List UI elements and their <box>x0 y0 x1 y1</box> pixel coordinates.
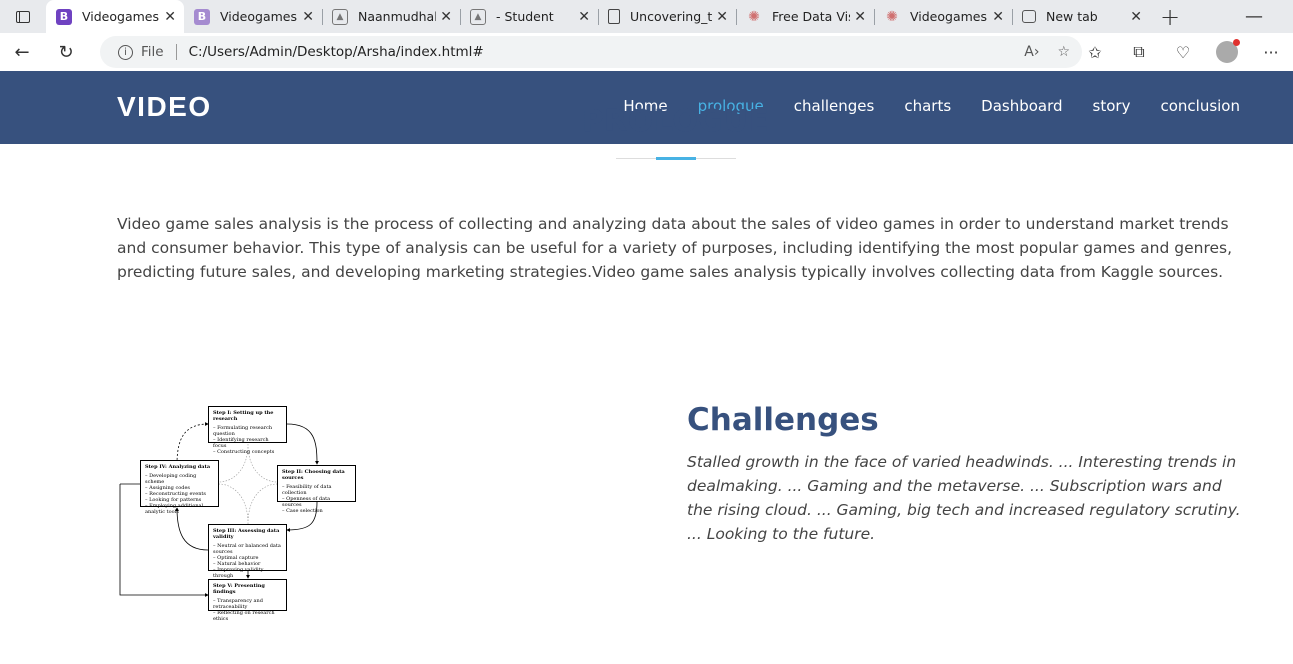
tab-title: Naanmudhalv <box>358 9 437 24</box>
close-tab-icon[interactable]: ✕ <box>302 9 314 25</box>
toolbar-actions: ✩ ⧉ ♡ ··· <box>1073 33 1293 71</box>
new-tab-button[interactable]: + <box>1150 0 1190 33</box>
more-menu-icon[interactable]: ··· <box>1249 43 1293 62</box>
browser-tab-6[interactable]: ✺ Free Data Visu ✕ <box>736 0 874 33</box>
refresh-icon: ↻ <box>58 41 74 63</box>
favorites-icon[interactable]: ✩ <box>1073 43 1117 62</box>
back-button[interactable]: ← <box>0 33 44 71</box>
diagram-step-2: Step II: Choosing data sources – Feasibi… <box>277 465 356 514</box>
minimize-window-icon[interactable]: — <box>1245 6 1263 27</box>
tab-title: New tab <box>1046 9 1098 24</box>
bootstrap-icon: B <box>194 8 210 25</box>
scheme-label: File <box>141 44 164 60</box>
research-process-diagram: Step I: Setting up the research – Formul… <box>115 402 365 622</box>
diagram-step-4: Step IV: Analyzing data – Developing cod… <box>140 460 219 515</box>
step-line: – Neutral or balanced data sources <box>213 543 281 555</box>
step-line: – Identifying research focus <box>213 437 269 449</box>
browser-tab-2[interactable]: B Videogames ✕ <box>184 0 322 33</box>
step-title: Step IV: Analyzing data <box>145 464 211 470</box>
close-tab-icon[interactable]: ✕ <box>1130 9 1142 25</box>
profile-avatar[interactable] <box>1216 39 1240 63</box>
performance-icon[interactable]: ♡ <box>1161 43 1205 62</box>
step-line: – Openness of data sources <box>282 496 331 508</box>
bootstrap-icon: B <box>56 8 72 25</box>
newtab-icon <box>1022 10 1036 23</box>
prologue-title: PROLOGUE <box>581 104 770 139</box>
step-line: – Employing additional analytic tools <box>145 503 204 515</box>
dots-icon: ✺ <box>886 8 898 25</box>
browser-tab-7[interactable]: ✺ Videogames s ✕ <box>874 0 1012 33</box>
close-tab-icon[interactable]: ✕ <box>854 9 866 25</box>
url-text[interactable]: C:/Users/Admin/Desktop/Arsha/index.html# <box>189 44 1007 60</box>
challenges-title: Challenges <box>687 402 879 438</box>
close-tab-icon[interactable]: ✕ <box>164 9 176 25</box>
tab-title: Free Data Visu <box>772 9 850 24</box>
diagram-step-5: Step V: Presenting findings – Transparen… <box>208 579 287 622</box>
tab-title: - Student <box>496 9 554 24</box>
divider <box>175 44 177 60</box>
info-icon[interactable]: i <box>118 44 133 60</box>
step-line: – Feasibility of data collection <box>282 484 332 496</box>
browser-tab-3[interactable]: ▲ Naanmudhalv ✕ <box>322 0 460 33</box>
prologue-text: Video game sales analysis is the process… <box>117 215 1233 281</box>
step-line: – Case selection <box>282 508 323 514</box>
browser-tab-5[interactable]: Uncovering_th ✕ <box>598 0 736 33</box>
browser-toolbar: ← ↻ i File C:/Users/Admin/Desktop/Arsha/… <box>0 33 1293 71</box>
step-line: – Developing coding scheme <box>145 473 197 485</box>
collections-icon[interactable]: ⧉ <box>1117 42 1161 62</box>
step-line: – Reflecting on research ethics <box>213 610 275 622</box>
dots-icon: ✺ <box>748 8 760 25</box>
document-icon <box>608 9 620 24</box>
step-title: Step II: Choosing data sources <box>282 469 345 481</box>
step-title: Step V: Presenting findings <box>213 583 265 595</box>
step-line: – Transparency and retraceability <box>213 598 263 610</box>
step-title: Step III: Assessing data validity <box>213 528 280 540</box>
image-icon: ▲ <box>332 8 348 25</box>
browser-tab-1[interactable]: B Videogames ✕ <box>46 0 184 33</box>
image-icon: ▲ <box>470 8 486 25</box>
step-line: – Improving validity through <box>213 567 264 579</box>
refresh-button[interactable]: ↻ <box>44 33 88 71</box>
step-line: – Constructing concepts <box>213 449 275 455</box>
close-tab-icon[interactable]: ✕ <box>992 9 1004 25</box>
challenges-text: Stalled growth in the face of varied hea… <box>687 453 1241 543</box>
close-tab-icon[interactable]: ✕ <box>716 9 728 25</box>
step-title: Step I: Setting up the research <box>213 410 274 422</box>
add-favorite-icon[interactable]: ☆ <box>1057 44 1070 60</box>
browser-tab-strip: B Videogames ✕ B Videogames ✕ ▲ Naanmudh… <box>0 0 1293 33</box>
tab-title: Videogames s <box>910 9 988 24</box>
close-tab-icon[interactable]: ✕ <box>578 9 590 25</box>
back-arrow-icon: ← <box>14 41 30 63</box>
tab-title: Videogames <box>82 9 159 24</box>
tab-title: Videogames <box>220 9 297 24</box>
browser-tab-4[interactable]: ▲ - Student ✕ <box>460 0 598 33</box>
tab-actions-icon <box>16 10 30 23</box>
diagram-step-1: Step I: Setting up the research – Formul… <box>208 406 287 455</box>
tab-actions-menu-button[interactable] <box>0 0 46 33</box>
close-tab-icon[interactable]: ✕ <box>440 9 452 25</box>
browser-tab-8[interactable]: New tab ✕ <box>1012 0 1150 33</box>
address-bar[interactable]: i File C:/Users/Admin/Desktop/Arsha/inde… <box>100 36 1082 68</box>
step-line: – Formulating research question <box>213 425 273 437</box>
diagram-step-3: Step III: Assessing data validity – Neut… <box>208 524 287 585</box>
tab-title: Uncovering_th <box>630 9 713 24</box>
read-aloud-icon[interactable]: A› <box>1024 44 1039 60</box>
title-accent-bar <box>656 157 696 160</box>
